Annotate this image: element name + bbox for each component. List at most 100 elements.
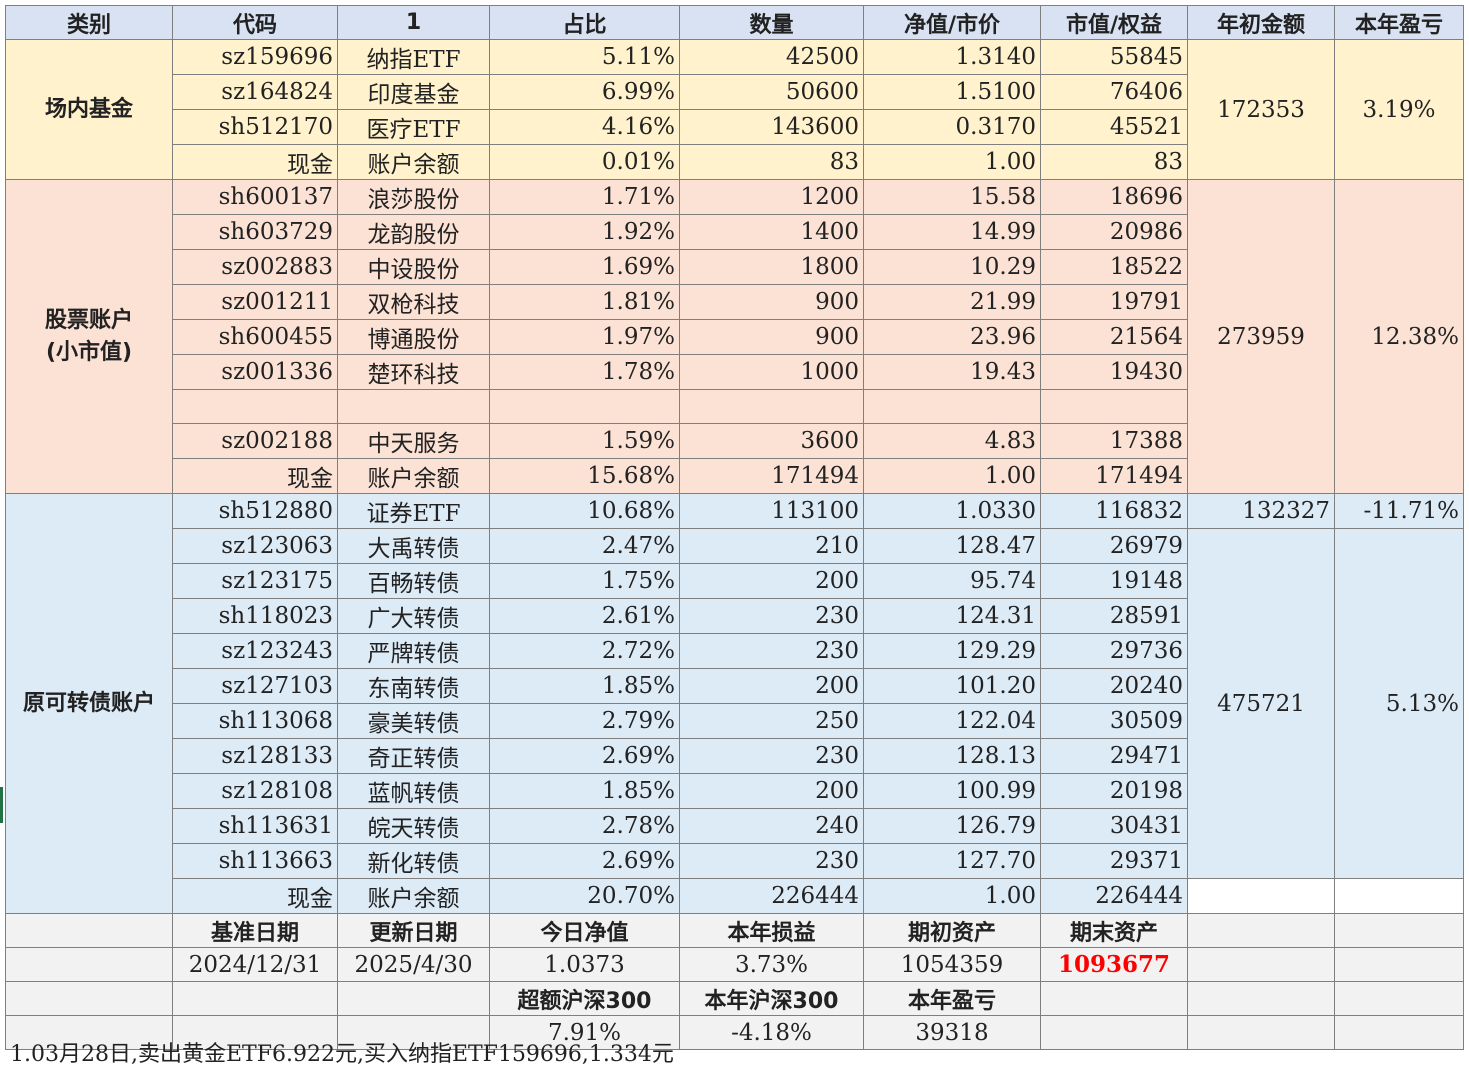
quantity-cell[interactable]: 83 [679, 144, 864, 180]
value-cell[interactable]: 19430 [1040, 354, 1188, 390]
empty-cell[interactable] [337, 981, 490, 1016]
empty-cell[interactable] [1334, 913, 1464, 948]
quantity-cell[interactable]: 230 [679, 738, 864, 774]
summary-label[interactable]: 更新日期 [337, 913, 490, 948]
summary-value[interactable]: 2024/12/31 [172, 947, 338, 982]
header-name[interactable]: 1 [337, 5, 490, 40]
name-cell[interactable]: 豪美转债 [337, 703, 490, 739]
name-cell[interactable]: 证券ETF [337, 493, 490, 529]
name-cell[interactable]: 蓝帆转债 [337, 773, 490, 809]
summary-value[interactable]: 1.0373 [489, 947, 680, 982]
code-cell[interactable]: sz123243 [172, 633, 338, 669]
code-cell[interactable]: sz128108 [172, 773, 338, 809]
code-cell[interactable]: 现金 [172, 458, 338, 494]
empty-cell[interactable] [1187, 878, 1335, 914]
ratio-cell[interactable]: 6.99% [489, 74, 680, 110]
empty-cell[interactable] [1187, 913, 1335, 948]
empty-cell[interactable] [1187, 1015, 1335, 1050]
value-cell[interactable]: 30431 [1040, 808, 1188, 844]
start-amount-etf[interactable]: 132327 [1187, 493, 1335, 529]
name-cell[interactable]: 大禹转债 [337, 528, 490, 564]
summary-label[interactable]: 超额沪深300 [489, 981, 680, 1016]
empty-cell[interactable] [5, 913, 173, 948]
quantity-cell[interactable]: 1800 [679, 249, 864, 285]
price-cell[interactable]: 19.43 [863, 354, 1041, 390]
name-cell[interactable]: 纳指ETF [337, 39, 490, 75]
summary-value[interactable]: 39318 [863, 1015, 1041, 1050]
quantity-cell[interactable]: 250 [679, 703, 864, 739]
code-cell[interactable]: sz128133 [172, 738, 338, 774]
code-cell[interactable]: sz159696 [172, 39, 338, 75]
start-amount-fund[interactable]: 172353 [1187, 39, 1335, 180]
code-cell[interactable]: 现金 [172, 144, 338, 180]
summary-label[interactable]: 本年损益 [679, 913, 864, 948]
price-cell[interactable]: 127.70 [863, 843, 1041, 879]
value-cell[interactable]: 76406 [1040, 74, 1188, 110]
ratio-cell[interactable]: 2.69% [489, 843, 680, 879]
value-cell[interactable]: 20240 [1040, 668, 1188, 704]
name-cell[interactable]: 双枪科技 [337, 284, 490, 320]
header-value[interactable]: 市值/权益 [1040, 5, 1188, 40]
header-ratio[interactable]: 占比 [489, 5, 680, 40]
ratio-cell[interactable]: 0.01% [489, 144, 680, 180]
name-cell[interactable]: 中设股份 [337, 249, 490, 285]
price-cell[interactable]: 128.13 [863, 738, 1041, 774]
ratio-cell[interactable]: 1.85% [489, 773, 680, 809]
quantity-cell[interactable]: 42500 [679, 39, 864, 75]
price-cell[interactable]: 1.00 [863, 878, 1041, 914]
summary-label[interactable]: 今日净值 [489, 913, 680, 948]
empty-cell[interactable] [1187, 981, 1335, 1016]
ratio-cell[interactable]: 1.92% [489, 214, 680, 250]
name-cell[interactable]: 博通股份 [337, 319, 490, 355]
pnl-fund[interactable]: 3.19% [1334, 39, 1464, 180]
quantity-cell[interactable] [679, 389, 864, 424]
empty-cell[interactable] [1334, 1015, 1464, 1050]
value-cell[interactable]: 19791 [1040, 284, 1188, 320]
empty-cell[interactable] [1040, 1015, 1188, 1050]
code-cell[interactable]: sz164824 [172, 74, 338, 110]
quantity-cell[interactable]: 900 [679, 284, 864, 320]
price-cell[interactable]: 23.96 [863, 319, 1041, 355]
header-code[interactable]: 代码 [172, 5, 338, 40]
quantity-cell[interactable]: 240 [679, 808, 864, 844]
value-cell[interactable]: 55845 [1040, 39, 1188, 75]
name-cell[interactable]: 账户余额 [337, 458, 490, 494]
value-cell[interactable]: 26979 [1040, 528, 1188, 564]
name-cell[interactable]: 奇正转债 [337, 738, 490, 774]
price-cell[interactable]: 1.00 [863, 458, 1041, 494]
ratio-cell[interactable]: 1.69% [489, 249, 680, 285]
code-cell[interactable]: sz002188 [172, 423, 338, 459]
code-cell[interactable]: sh512880 [172, 493, 338, 529]
summary-label[interactable]: 本年盈亏 [863, 981, 1041, 1016]
code-cell[interactable]: 现金 [172, 878, 338, 914]
ratio-cell[interactable]: 1.97% [489, 319, 680, 355]
ratio-cell[interactable]: 2.61% [489, 598, 680, 634]
ratio-cell[interactable]: 2.69% [489, 738, 680, 774]
code-cell[interactable]: sh600137 [172, 179, 338, 215]
code-cell[interactable]: sh118023 [172, 598, 338, 634]
empty-cell[interactable] [1040, 981, 1188, 1016]
summary-label[interactable]: 基准日期 [172, 913, 338, 948]
quantity-cell[interactable]: 200 [679, 563, 864, 599]
value-cell[interactable]: 226444 [1040, 878, 1188, 914]
quantity-cell[interactable]: 1200 [679, 179, 864, 215]
code-cell[interactable]: sh113068 [172, 703, 338, 739]
category-fund[interactable]: 场内基金 [5, 39, 173, 180]
name-cell[interactable]: 东南转债 [337, 668, 490, 704]
code-cell[interactable]: sz123063 [172, 528, 338, 564]
name-cell[interactable]: 严牌转债 [337, 633, 490, 669]
code-cell[interactable]: sh603729 [172, 214, 338, 250]
ratio-cell[interactable]: 4.16% [489, 109, 680, 145]
value-cell[interactable]: 19148 [1040, 563, 1188, 599]
name-cell[interactable]: 楚环科技 [337, 354, 490, 390]
value-cell[interactable]: 17388 [1040, 423, 1188, 459]
summary-value[interactable]: 3.73% [679, 947, 864, 982]
note-text[interactable]: 1.03月28日,卖出黄金ETF6.922元,买入纳指ETF159696,1.3… [10, 1036, 674, 1068]
quantity-cell[interactable]: 230 [679, 598, 864, 634]
value-cell[interactable]: 30509 [1040, 703, 1188, 739]
price-cell[interactable]: 129.29 [863, 633, 1041, 669]
empty-cell[interactable] [172, 981, 338, 1016]
code-cell[interactable]: sz002883 [172, 249, 338, 285]
value-cell[interactable]: 21564 [1040, 319, 1188, 355]
category-stock[interactable]: 股票账户 (小市值) [5, 179, 173, 494]
